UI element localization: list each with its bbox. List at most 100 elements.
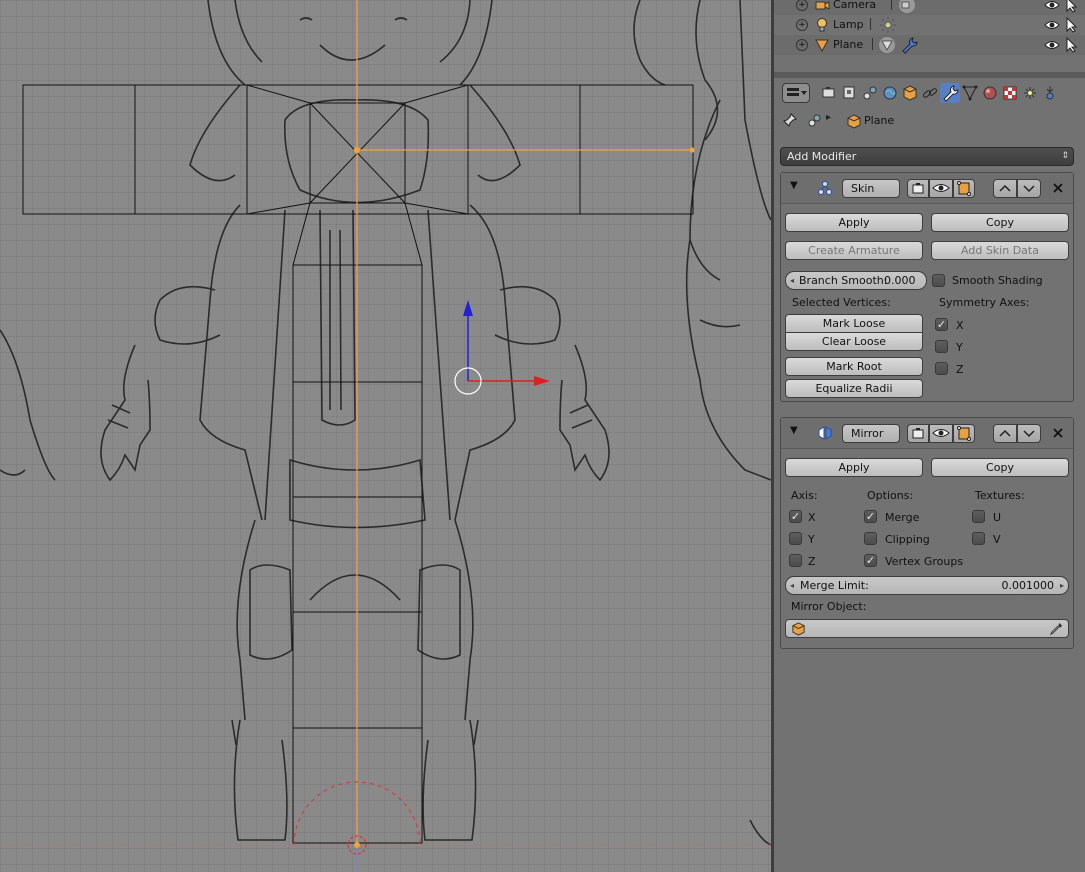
axis-x-checkbox[interactable]: ✓ [789, 510, 802, 523]
outliner-label[interactable]: Camera [833, 0, 876, 11]
pin-icon[interactable] [782, 112, 798, 128]
eye-icon[interactable] [1044, 17, 1060, 33]
increment-arrow-icon[interactable]: ▸ [1060, 577, 1064, 594]
eyedropper-icon[interactable] [1049, 621, 1064, 636]
close-icon[interactable] [1051, 426, 1065, 440]
scene-icon [863, 86, 877, 100]
axis-y-checkbox[interactable] [789, 532, 802, 545]
texture-v-checkbox[interactable] [972, 532, 985, 545]
eye-icon [932, 429, 950, 437]
object-tab[interactable] [900, 83, 920, 103]
particles-tab[interactable] [1020, 83, 1040, 103]
layers-icon [843, 86, 855, 99]
cursor-icon[interactable] [1064, 37, 1078, 53]
axis-z-checkbox[interactable] [789, 554, 802, 567]
symmetry-y-checkbox[interactable] [935, 340, 948, 353]
collapse-triangle-icon[interactable]: ▼ [790, 425, 798, 436]
render-tab[interactable] [820, 83, 840, 103]
move-down-button[interactable] [1017, 179, 1041, 198]
mark-root-button[interactable]: Mark Root [785, 357, 923, 376]
texture-tab[interactable] [1000, 83, 1020, 103]
eye-icon[interactable] [1044, 0, 1060, 13]
viewport-canvas[interactable] [0, 0, 771, 872]
scene-tab[interactable] [860, 83, 880, 103]
lamp-data-icon[interactable] [879, 16, 897, 34]
editmode-toggle[interactable] [953, 179, 975, 198]
expand-icon[interactable]: + [796, 19, 808, 31]
merge-checkbox[interactable]: ✓ [864, 510, 877, 523]
move-up-button[interactable] [993, 179, 1017, 198]
breadcrumb-arrow: ▸ [826, 112, 832, 123]
viewport-toggle[interactable] [929, 424, 953, 443]
arrow-down-icon [1023, 430, 1035, 438]
skin-panel-header[interactable]: ▼ Skin [781, 173, 1073, 204]
mirror-name-field[interactable]: Mirror [842, 424, 900, 443]
mark-loose-button[interactable]: Mark Loose [785, 314, 923, 333]
material-tab[interactable] [980, 83, 1000, 103]
mesh-data-icon[interactable] [878, 36, 896, 54]
constraints-tab[interactable] [920, 83, 940, 103]
editmode-icon [957, 181, 971, 196]
cube-icon [792, 622, 805, 636]
3d-viewport[interactable] [0, 0, 771, 872]
skin-copy-button[interactable]: Copy [931, 213, 1069, 232]
symmetry-x-checkbox[interactable]: ✓ [935, 318, 948, 331]
viewport-toggle[interactable] [929, 179, 953, 198]
mirror-panel-header[interactable]: ▼ Mirror [781, 418, 1073, 449]
collapse-triangle-icon[interactable]: ▼ [790, 180, 798, 191]
physics-tab[interactable] [1040, 83, 1060, 103]
cursor-icon[interactable] [1064, 0, 1078, 13]
modifiers-tab[interactable] [940, 83, 960, 103]
render-toggle[interactable] [907, 424, 929, 443]
outliner-label[interactable]: Lamp [833, 18, 864, 31]
outliner-row-lamp[interactable]: + Lamp [774, 15, 1085, 35]
data-tab[interactable] [960, 83, 980, 103]
separator [870, 18, 871, 30]
decrement-arrow-icon[interactable]: ◂ [790, 272, 794, 289]
particles-icon [1024, 87, 1036, 99]
cursor-icon[interactable] [1064, 17, 1078, 33]
add-modifier-menu[interactable]: Add Modifier ⇕ [780, 147, 1074, 166]
mirror-object-field[interactable] [785, 619, 1069, 638]
wrench-icon[interactable] [900, 36, 918, 54]
merge-limit-field[interactable]: ◂ Merge Limit: 0.001000 ▸ [785, 576, 1069, 595]
camera-data-icon[interactable] [898, 0, 916, 14]
symmetry-z-checkbox[interactable] [935, 362, 948, 375]
editmode-toggle[interactable] [953, 424, 975, 443]
breadcrumb-object[interactable]: Plane [864, 114, 894, 127]
transform-gizmo[interactable] [454, 300, 550, 395]
branch-smooth-field[interactable]: ◂ Branch Smooth: 0.000 [785, 271, 927, 290]
mirror-copy-button[interactable]: Copy [931, 458, 1069, 477]
outliner-label[interactable]: Plane [833, 38, 863, 51]
eye-icon [932, 184, 950, 192]
branch-smooth-label: Branch Smooth: [799, 274, 888, 287]
clipping-checkbox[interactable] [864, 532, 877, 545]
properties-editor: ▸ Plane Add Modifier ⇕ ▼ Skin Apply Copy… [774, 78, 1085, 872]
texture-u-checkbox[interactable] [972, 510, 985, 523]
camera-icon [822, 87, 835, 98]
vertex-groups-checkbox[interactable]: ✓ [864, 554, 877, 567]
smooth-shading-checkbox[interactable] [932, 274, 945, 287]
clear-loose-button[interactable]: Clear Loose [785, 332, 923, 351]
create-armature-button[interactable]: Create Armature [785, 241, 923, 260]
outliner-row-camera[interactable]: + Camera [774, 0, 1085, 15]
eye-icon[interactable] [1044, 37, 1060, 53]
render-toggle[interactable] [907, 179, 929, 198]
render-layers-tab[interactable] [840, 83, 860, 103]
expand-icon[interactable]: + [796, 39, 808, 51]
merge-limit-label: Merge Limit: [800, 579, 869, 592]
equalize-radii-button[interactable]: Equalize Radii [785, 379, 923, 398]
editor-type-button[interactable] [782, 83, 810, 103]
move-up-button[interactable] [993, 424, 1017, 443]
close-icon[interactable] [1051, 181, 1065, 195]
texture-v-label: V [993, 533, 1001, 546]
move-down-button[interactable] [1017, 424, 1041, 443]
skin-apply-button[interactable]: Apply [785, 213, 923, 232]
outliner-row-plane[interactable]: + Plane [774, 35, 1085, 55]
add-skin-data-button[interactable]: Add Skin Data [931, 241, 1069, 260]
skin-name-field[interactable]: Skin [842, 179, 900, 198]
world-tab[interactable] [880, 83, 900, 103]
expand-icon[interactable]: + [796, 0, 808, 11]
mirror-apply-button[interactable]: Apply [785, 458, 923, 477]
decrement-arrow-icon[interactable]: ◂ [790, 577, 794, 594]
